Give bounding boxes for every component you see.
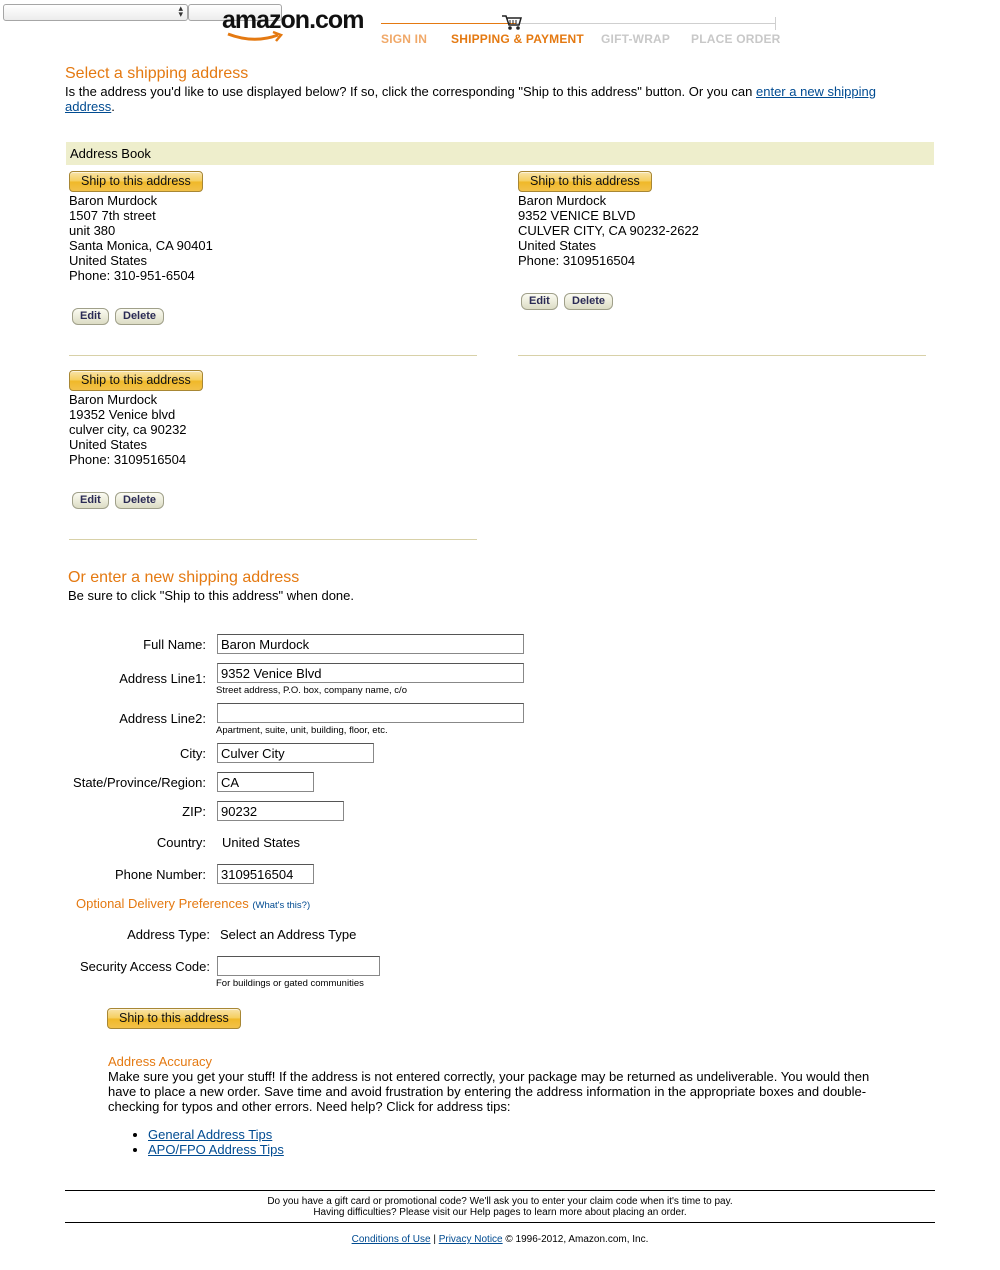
address-line: United States bbox=[518, 238, 597, 253]
address-line: United States bbox=[69, 253, 148, 268]
new-address-subtitle: Be sure to click "Ship to this address" … bbox=[68, 588, 354, 603]
address-line: 9352 VENICE BLVD bbox=[518, 208, 636, 223]
security-code-input[interactable] bbox=[217, 956, 380, 976]
optional-delivery-preferences: Optional Delivery Preferences (What's th… bbox=[76, 896, 310, 911]
address-line: Phone: 3109516504 bbox=[69, 452, 187, 467]
address-line: Baron Murdock bbox=[69, 392, 158, 407]
delete-address-2-button[interactable]: Delete bbox=[564, 293, 614, 310]
city-input[interactable] bbox=[217, 743, 374, 763]
select-address-intro: Is the address you'd like to use display… bbox=[65, 84, 915, 114]
select-address-heading: Select a shipping address bbox=[65, 65, 249, 82]
address-line2-hint: Apartment, suite, unit, building, floor,… bbox=[216, 725, 388, 736]
list-item: APO/FPO Address Tips bbox=[148, 1142, 284, 1157]
general-address-tips-link[interactable]: General Address Tips bbox=[148, 1127, 272, 1142]
footer-legal: Conditions of Use | Privacy Notice © 199… bbox=[65, 1234, 935, 1245]
conditions-of-use-link[interactable]: Conditions of Use bbox=[352, 1234, 431, 1245]
address-line: Santa Monica, CA 90401 bbox=[69, 238, 213, 253]
footer-help-note: Having difficulties? Please visit our He… bbox=[313, 1207, 687, 1218]
edit-address-2-button[interactable]: Edit bbox=[521, 293, 558, 310]
address-line: Phone: 3109516504 bbox=[518, 253, 636, 268]
amazon-smile-icon bbox=[227, 30, 284, 42]
apo-fpo-address-tips-link[interactable]: APO/FPO Address Tips bbox=[148, 1142, 284, 1157]
address-line: Baron Murdock bbox=[69, 193, 158, 208]
ship-to-address-2-button[interactable]: Ship to this address bbox=[518, 171, 652, 192]
address-line1-hint: Street address, P.O. box, company name, … bbox=[216, 685, 407, 696]
address-line: 19352 Venice blvd bbox=[69, 407, 176, 422]
footer-notes: Do you have a gift card or promotional c… bbox=[65, 1196, 935, 1218]
address-type-label: Address Type: bbox=[127, 927, 210, 942]
country-label: Country: bbox=[156, 835, 206, 850]
whats-this-wrapper: (What's this?) bbox=[252, 900, 311, 911]
copyright-text: © 1996-2012, Amazon.com, Inc. bbox=[505, 1234, 649, 1245]
phone-label: Phone Number: bbox=[114, 867, 206, 882]
whats-this-link[interactable]: What's this? bbox=[256, 900, 307, 911]
zip-label: ZIP: bbox=[182, 804, 206, 819]
address-line: CULVER CITY, CA 90232-2622 bbox=[518, 223, 699, 238]
address-line: United States bbox=[69, 437, 148, 452]
state-label: State/Province/Region: bbox=[73, 775, 206, 790]
divider bbox=[518, 355, 926, 356]
step-place-order: PLACE ORDER bbox=[691, 32, 781, 46]
ship-to-address-3-button[interactable]: Ship to this address bbox=[69, 370, 203, 391]
address-line1-label: Address Line1: bbox=[119, 671, 206, 686]
city-label: City: bbox=[180, 746, 206, 761]
address-line: 1507 7th street bbox=[69, 208, 156, 223]
address-accuracy-heading: Address Accuracy bbox=[108, 1054, 213, 1069]
shopping-cart-icon bbox=[502, 15, 522, 30]
state-input[interactable] bbox=[217, 772, 314, 792]
footer-gift-card-note: Do you have a gift card or promotional c… bbox=[267, 1196, 733, 1207]
new-address-heading: Or enter a new shipping address bbox=[68, 569, 300, 586]
address-tips-list: General Address Tips APO/FPO Address Tip… bbox=[108, 1127, 284, 1157]
address-line: unit 380 bbox=[69, 223, 116, 238]
address-card-1: Baron Murdock 1507 7th street unit 380 S… bbox=[69, 193, 213, 283]
edit-address-1-button[interactable]: Edit bbox=[72, 308, 109, 325]
footer-separator: | bbox=[433, 1234, 436, 1245]
phone-input[interactable] bbox=[217, 864, 314, 884]
address-card-2: Baron Murdock 9352 VENICE BLVD CULVER CI… bbox=[518, 193, 699, 268]
edit-address-3-button[interactable]: Edit bbox=[72, 492, 109, 509]
address-type-select[interactable]: Select an Address Type bbox=[220, 927, 356, 942]
security-code-label: Security Access Code: bbox=[79, 959, 210, 974]
address-line: culver city, ca 90232 bbox=[69, 422, 187, 437]
address-line2-input[interactable] bbox=[217, 703, 524, 723]
updown-arrows-icon: ▴ ▾ bbox=[178, 4, 183, 20]
address-line: Baron Murdock bbox=[518, 193, 607, 208]
delete-address-1-button[interactable]: Delete bbox=[115, 308, 165, 325]
intro-end: . bbox=[111, 99, 115, 114]
step-shipping-payment: SHIPPING & PAYMENT bbox=[451, 32, 584, 46]
full-name-input[interactable] bbox=[217, 634, 524, 654]
full-name-label: Full Name: bbox=[143, 637, 206, 652]
top-select-1[interactable]: ▴ ▾ bbox=[3, 4, 188, 21]
optional-delivery-heading: Optional Delivery Preferences bbox=[76, 896, 249, 911]
delete-address-3-button[interactable]: Delete bbox=[115, 492, 165, 509]
progress-end-tick bbox=[775, 17, 776, 30]
address-accuracy-body: Make sure you get your stuff! If the add… bbox=[108, 1069, 870, 1114]
security-code-hint: For buildings or gated communities bbox=[216, 978, 364, 989]
address-line1-input[interactable] bbox=[217, 663, 524, 683]
ship-to-address-1-button[interactable]: Ship to this address bbox=[69, 171, 203, 192]
progress-track-done bbox=[381, 23, 516, 24]
address-line: Phone: 310-951-6504 bbox=[69, 268, 195, 283]
step-gift-wrap: GIFT-WRAP bbox=[601, 32, 671, 46]
address-line2-label: Address Line2: bbox=[119, 711, 206, 726]
divider bbox=[69, 539, 477, 540]
zip-input[interactable] bbox=[217, 801, 344, 821]
privacy-notice-link[interactable]: Privacy Notice bbox=[439, 1234, 503, 1245]
ship-to-new-address-button[interactable]: Ship to this address bbox=[107, 1008, 241, 1029]
footer-divider-top bbox=[65, 1190, 935, 1191]
step-sign-in: SIGN IN bbox=[381, 32, 428, 46]
country-select[interactable]: United States bbox=[222, 835, 300, 850]
address-book-header: Address Book bbox=[66, 142, 934, 165]
divider bbox=[69, 355, 477, 356]
intro-text: Is the address you'd like to use display… bbox=[65, 84, 753, 99]
address-card-3: Baron Murdock 19352 Venice blvd culver c… bbox=[69, 392, 187, 467]
footer-divider-bottom bbox=[65, 1222, 935, 1223]
list-item: General Address Tips bbox=[148, 1127, 284, 1142]
